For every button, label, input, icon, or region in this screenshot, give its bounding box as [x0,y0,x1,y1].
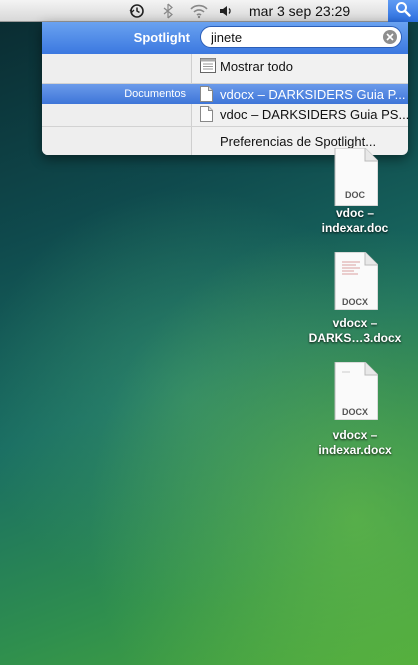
spotlight-search-box[interactable] [200,26,402,48]
file-name-line1: vdocx – [332,316,378,330]
file-name-line2: indexar.doc [321,221,389,235]
show-all-label: Mostrar todo [220,59,293,74]
show-all-row[interactable]: Mostrar todo [192,56,408,76]
menubar-clock[interactable]: mar 3 sep 23:29 [249,3,350,19]
file-name-line1: vdoc – [335,206,374,220]
section-label-documents: Documentos [42,84,192,104]
spotlight-header: Spotlight [42,22,408,54]
divider [42,126,408,127]
result-row[interactable]: vdoc – DARKSIDERS Guia PS... [192,104,408,124]
spotlight-panel: Spotlight Mostrar todo Documentos vdocx … [42,22,408,155]
show-all-icon [200,58,216,73]
document-icon [200,86,213,102]
menu-bar: mar 3 sep 23:29 [0,0,418,22]
desktop-file[interactable]: DOC vdoc – indexar.doc [300,147,410,236]
result-label: vdocx – DARKSIDERS Guia P... [220,87,406,102]
file-type-badge: DOCX [341,297,368,307]
clear-search-icon[interactable] [383,30,397,44]
result-row[interactable]: vdocx – DARKSIDERS Guia P... [192,84,408,104]
document-icon [200,106,213,122]
file-type-badge: DOCX [341,407,368,417]
time-machine-icon[interactable] [128,2,146,20]
docx-file-icon: DOCX [332,361,379,421]
preferences-label: Preferencias de Spotlight... [220,134,377,149]
file-name-line2: indexar.docx [318,443,392,457]
file-name-line1: vdocx – [332,428,378,442]
file-name-line2: DARKS…3.docx [308,331,402,345]
wifi-icon[interactable] [188,2,210,20]
volume-icon[interactable] [217,2,235,20]
file-type-badge: DOC [345,190,365,200]
spotlight-icon [395,1,411,22]
section-label-text: Documentos [124,88,186,100]
spotlight-category-column [42,54,192,155]
spotlight-search-input[interactable] [211,29,371,45]
spotlight-title: Spotlight [133,30,190,45]
doc-file-icon: DOC [332,147,379,207]
desktop-file[interactable]: DOCX vdocx – indexar.docx [300,361,410,458]
spotlight-menu-button[interactable] [388,0,418,22]
desktop-file[interactable]: DOCX vdocx – DARKS…3.docx [300,251,410,346]
bluetooth-icon[interactable] [159,2,177,20]
result-label: vdoc – DARKSIDERS Guia PS... [220,107,408,122]
docx-file-icon: DOCX [332,251,379,311]
